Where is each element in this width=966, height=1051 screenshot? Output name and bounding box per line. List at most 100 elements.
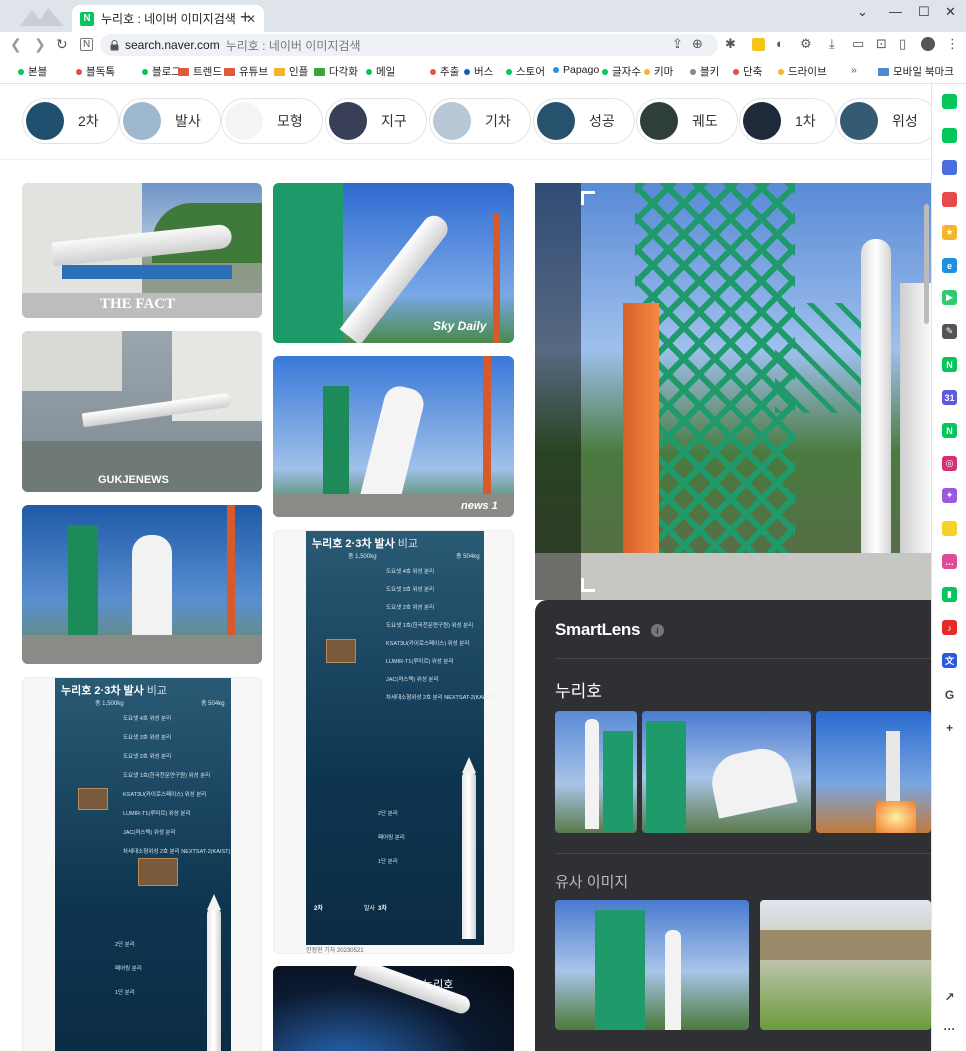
- reload-icon[interactable]: ↻: [56, 36, 68, 53]
- external-link-icon[interactable]: ↗: [942, 989, 957, 1004]
- bulb-icon[interactable]: ✦: [942, 488, 957, 503]
- extensions-puzzle-icon[interactable]: ✱: [725, 36, 736, 52]
- bookmark-label: 버스: [474, 66, 494, 78]
- bookmark-item[interactable]: 다각화: [314, 64, 358, 79]
- tab-search-icon[interactable]: ⌄: [857, 4, 868, 20]
- star-icon[interactable]: ★: [942, 225, 957, 240]
- bookmark-item[interactable]: 트렌드: [178, 64, 222, 79]
- active-tab[interactable]: N 누리호 : 네이버 이미지검색 ✕: [72, 5, 264, 32]
- related-chip[interactable]: 위성: [836, 98, 931, 144]
- zoom-icon[interactable]: ⊕: [692, 36, 703, 52]
- image-tile-skydaily[interactable]: Sky Daily: [273, 183, 514, 343]
- forward-icon[interactable]: ❯: [34, 36, 46, 53]
- note-icon[interactable]: [942, 521, 957, 536]
- related-chip[interactable]: 기차: [429, 98, 531, 144]
- related-chip[interactable]: 지구: [325, 98, 427, 144]
- mobile-bookmarks-folder[interactable]: 모바일 북마크: [878, 64, 954, 79]
- music-icon[interactable]: ♪: [942, 620, 957, 635]
- sidebar-toggle-icon[interactable]: ▯: [899, 36, 906, 52]
- extension-yellow-icon[interactable]: [752, 38, 765, 51]
- screenshot-icon[interactable]: ⊡: [876, 36, 887, 52]
- image-tile-infographic-2[interactable]: 누리호 2·3차 발사 비교 총 1,500kg 총 504kg 도요샛 4호 …: [273, 530, 514, 954]
- result-thumb-2[interactable]: [642, 711, 811, 833]
- address-bar[interactable]: search.naver.com 누리호 : 네이버 이미지검색: [100, 34, 718, 56]
- edge-icon[interactable]: e: [942, 258, 957, 273]
- bookmark-item[interactable]: Papago: [553, 64, 599, 76]
- share-icon[interactable]: ⇪: [672, 36, 683, 52]
- bookmark-item[interactable]: 인플: [274, 64, 308, 79]
- related-chip[interactable]: 2차: [22, 98, 119, 144]
- selected-image-preview[interactable]: [535, 183, 931, 600]
- close-window-button[interactable]: ✕: [945, 4, 956, 20]
- minimize-button[interactable]: —: [889, 4, 902, 19]
- more-icon[interactable]: ···: [942, 1021, 957, 1036]
- maximize-button[interactable]: ☐: [918, 4, 930, 20]
- bell-icon[interactable]: [942, 128, 957, 143]
- naver-icon[interactable]: N: [942, 423, 957, 438]
- crop-handle-bottom-left[interactable]: [581, 578, 595, 592]
- google-icon[interactable]: G: [942, 687, 957, 702]
- bookmark-item[interactable]: 글자수: [602, 64, 641, 79]
- crop-handle-top-left[interactable]: [581, 191, 595, 205]
- bookmark-item[interactable]: 스토어: [506, 64, 545, 79]
- folder-icon: [314, 67, 325, 76]
- add-icon[interactable]: +: [942, 720, 957, 735]
- instagram-icon[interactable]: ◎: [942, 456, 957, 471]
- chat-icon[interactable]: …: [942, 554, 957, 569]
- image-tile-launchpad-1[interactable]: [22, 505, 262, 664]
- bookmark-item[interactable]: 블키: [690, 64, 719, 79]
- puzzle-icon[interactable]: ⚙: [800, 36, 812, 52]
- related-chip[interactable]: 모형: [221, 98, 323, 144]
- image-tile-news1[interactable]: news 1: [273, 356, 514, 517]
- url-text: search.naver.com: [125, 38, 220, 52]
- image-tile-space[interactable]: 누리호: [273, 966, 514, 1051]
- bookmark-favicon-icon: [506, 68, 512, 75]
- related-chip[interactable]: 궤도: [636, 98, 738, 144]
- image-tile-infographic-1[interactable]: 누리호 2·3차 발사 비교 총 1,500kg 총 504kg 도요샛 4호 …: [22, 677, 262, 1051]
- bookmark-item[interactable]: 추출: [430, 64, 459, 79]
- similar-thumb-1[interactable]: [555, 900, 749, 1030]
- calendar-icon[interactable]: [942, 160, 957, 175]
- pocket-icon[interactable]: [942, 192, 957, 207]
- profile-avatar[interactable]: [921, 37, 935, 51]
- bookmark-icon[interactable]: ▮: [942, 587, 957, 602]
- bookmark-item[interactable]: 블로그: [142, 64, 181, 79]
- bookmark-item[interactable]: 버스: [464, 64, 493, 79]
- image-tile-thefact[interactable]: THE FACT: [22, 183, 262, 318]
- translate-icon[interactable]: 文: [942, 653, 957, 668]
- reader-icon[interactable]: N: [80, 38, 94, 51]
- calendar-31-icon[interactable]: 31: [942, 390, 957, 405]
- infographic-line: 도요샛 2호 위성 분리: [123, 754, 172, 760]
- image-tile-gukje[interactable]: GUKJENEWS: [22, 331, 262, 492]
- bookmark-item[interactable]: 키마: [644, 64, 673, 79]
- menu-icon[interactable]: ⋮: [946, 36, 959, 52]
- circle-icon[interactable]: [942, 94, 957, 109]
- play-icon[interactable]: ▶: [942, 290, 957, 305]
- result-thumb-1[interactable]: [555, 711, 637, 833]
- page-scrollbar[interactable]: [924, 204, 929, 324]
- mouse-icon[interactable]: ◐: [776, 36, 784, 51]
- related-chip[interactable]: 성공: [533, 98, 635, 144]
- bookmark-label: 메일: [376, 66, 396, 78]
- similar-thumb-2[interactable]: [760, 900, 931, 1030]
- naver-note-icon[interactable]: N: [942, 357, 957, 372]
- download-icon[interactable]: ⤓: [829, 36, 835, 52]
- related-chip[interactable]: 1차: [739, 98, 836, 144]
- info-icon[interactable]: i: [651, 624, 664, 637]
- result-thumb-3[interactable]: [816, 711, 931, 833]
- pad-ground-shape: [535, 553, 931, 600]
- bookmark-item[interactable]: 드라이브: [778, 64, 827, 79]
- bookmark-favicon-icon: [76, 68, 82, 75]
- bookmark-item[interactable]: 본블: [18, 64, 47, 79]
- bookmark-item[interactable]: 메일: [366, 64, 395, 79]
- bookmark-favicon-icon: [553, 67, 559, 73]
- bookmark-item[interactable]: 단축: [733, 64, 762, 79]
- back-icon[interactable]: ❮: [10, 36, 22, 53]
- video-icon[interactable]: ▭: [852, 36, 864, 52]
- related-chip[interactable]: 발사: [119, 98, 221, 144]
- edit-icon[interactable]: ✎: [942, 324, 957, 339]
- new-tab-button[interactable]: +: [240, 7, 251, 28]
- bookmark-item[interactable]: 블독톡: [76, 64, 115, 79]
- bookmarks-more-icon[interactable]: »: [851, 64, 857, 76]
- bookmark-item[interactable]: 유튜브: [224, 64, 268, 79]
